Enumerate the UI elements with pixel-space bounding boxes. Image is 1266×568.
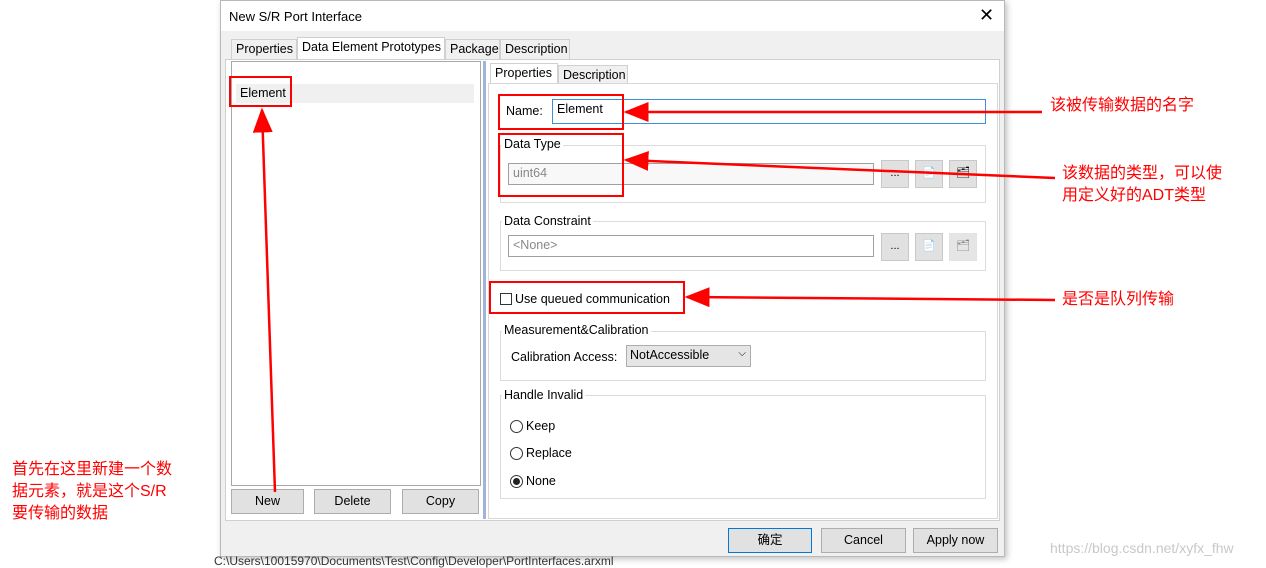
annotation-queued: 是否是队列传输 xyxy=(1062,291,1175,308)
annotation-type: 该数据的类型，可以使 用定义好的ADT类型 xyxy=(1062,165,1223,204)
watermark: https://blog.csdn.net/xyfx_fhw xyxy=(1050,540,1234,556)
annotation-new: 首先在这里新建一个数 据元素，就是这个S/R 要传输的数据 xyxy=(12,461,173,522)
background-path: C:\Users\10015970\Documents\Test\Config\… xyxy=(214,554,614,568)
annotation-name: 该被传输数据的名字 xyxy=(1050,97,1195,114)
arrow-queued xyxy=(684,287,1056,308)
arrow-new xyxy=(252,107,277,493)
annotation-arrows xyxy=(252,102,1056,493)
arrow-type xyxy=(623,150,1056,180)
